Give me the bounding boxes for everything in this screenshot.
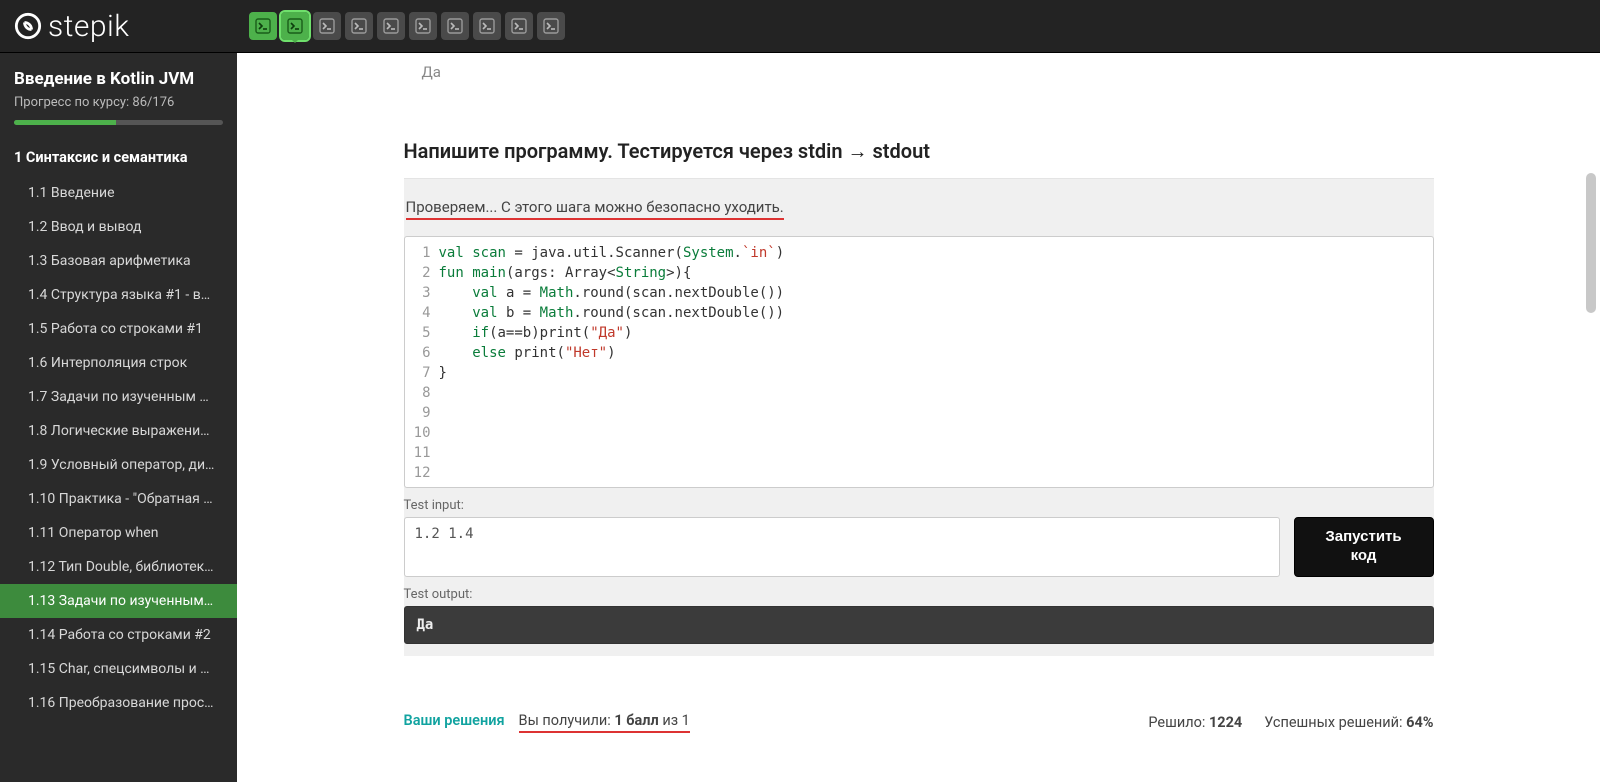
stepik-icon: [14, 12, 42, 40]
step-3[interactable]: [313, 12, 341, 40]
sample-output-value: Да: [404, 63, 1434, 81]
terminal-icon: [255, 18, 271, 34]
sidebar-item-4[interactable]: 1.4 Структура языка #1 - в…: [0, 278, 237, 312]
sidebar-item-15[interactable]: 1.15 Char, спецсимволы и …: [0, 652, 237, 686]
sidebar-item-10[interactable]: 1.10 Практика - "Обратная …: [0, 482, 237, 516]
terminal-icon: [447, 18, 463, 34]
course-progress-text: Прогресс по курсу: 86/176: [14, 95, 223, 110]
step-5[interactable]: [377, 12, 405, 40]
footer: Ваши решения Вы получили: 1 балл из 1 Ре…: [404, 712, 1434, 733]
brand-logo[interactable]: stepik: [14, 9, 129, 44]
scrollbar-thumb[interactable]: [1586, 173, 1596, 313]
step-6[interactable]: [409, 12, 437, 40]
terminal-icon: [383, 18, 399, 34]
step-4[interactable]: [345, 12, 373, 40]
task-title: Напишите программу. Тестируется через st…: [404, 139, 1434, 164]
section-title[interactable]: 1 Синтаксис и семантика: [0, 135, 237, 176]
code-editor[interactable]: 123456789101112 val scan = java.util.Sca…: [404, 236, 1434, 488]
sidebar-item-6[interactable]: 1.6 Интерполяция строк: [0, 346, 237, 380]
sidebar: Введение в Kotlin JVM Прогресс по курсу:…: [0, 53, 237, 782]
sidebar-item-8[interactable]: 1.8 Логические выражени…: [0, 414, 237, 448]
score-bold: 1 балл: [614, 712, 658, 729]
terminal-icon: [511, 18, 527, 34]
terminal-icon: [415, 18, 431, 34]
brand-text: stepik: [48, 9, 129, 44]
sidebar-item-2[interactable]: 1.2 Ввод и вывод: [0, 210, 237, 244]
step-tabs: [249, 12, 565, 40]
sidebar-item-5[interactable]: 1.5 Работа со строками #1: [0, 312, 237, 346]
terminal-icon: [479, 18, 495, 34]
solved-number: 1224: [1209, 714, 1242, 731]
solved-label: Решило:: [1148, 714, 1209, 731]
sidebar-item-16[interactable]: 1.16 Преобразование прос…: [0, 686, 237, 720]
status-text: Проверяем... С этого шага можно безопасн…: [406, 198, 784, 220]
score-prefix: Вы получили:: [519, 712, 615, 729]
terminal-icon: [351, 18, 367, 34]
content: Да Напишите программу. Тестируется через…: [237, 53, 1600, 782]
step-8[interactable]: [473, 12, 501, 40]
step-1[interactable]: [249, 12, 277, 40]
test-output-label: Test output:: [404, 587, 1434, 602]
score-suffix: из 1: [659, 712, 690, 729]
solved-count: Решило: 1224: [1148, 714, 1242, 731]
sidebar-item-1[interactable]: 1.1 Введение: [0, 176, 237, 210]
test-input-label: Test input:: [404, 498, 1434, 513]
course-progress-bar: [14, 120, 223, 125]
step-7[interactable]: [441, 12, 469, 40]
sidebar-item-13[interactable]: 1.13 Задачи по изученным…: [0, 584, 237, 618]
sidebar-item-3[interactable]: 1.3 Базовая арифметика: [0, 244, 237, 278]
test-output-value: Да: [404, 606, 1434, 644]
sidebar-item-9[interactable]: 1.9 Условный оператор, ди…: [0, 448, 237, 482]
step-9[interactable]: [505, 12, 533, 40]
score-text: Вы получили: 1 балл из 1: [519, 712, 690, 733]
course-title: Введение в Kotlin JVM: [14, 69, 223, 89]
step-10[interactable]: [537, 12, 565, 40]
scrollbar[interactable]: [1584, 53, 1598, 782]
sidebar-item-12[interactable]: 1.12 Тип Double, библиотек…: [0, 550, 237, 584]
terminal-icon: [319, 18, 335, 34]
success-rate: Успешных решений: 64%: [1264, 714, 1433, 731]
your-solutions-link[interactable]: Ваши решения: [404, 712, 505, 729]
success-label: Успешных решений:: [1264, 714, 1406, 731]
success-number: 64%: [1406, 714, 1433, 731]
terminal-icon: [543, 18, 559, 34]
run-button[interactable]: Запустить код: [1294, 517, 1434, 577]
terminal-icon: [287, 18, 303, 34]
test-input-field[interactable]: 1.2 1.4: [404, 517, 1280, 577]
sidebar-item-7[interactable]: 1.7 Задачи по изученным …: [0, 380, 237, 414]
sidebar-item-14[interactable]: 1.14 Работа со строками #2: [0, 618, 237, 652]
topbar: stepik: [0, 0, 1600, 53]
sidebar-item-11[interactable]: 1.11 Оператор when: [0, 516, 237, 550]
step-2[interactable]: [281, 12, 309, 40]
